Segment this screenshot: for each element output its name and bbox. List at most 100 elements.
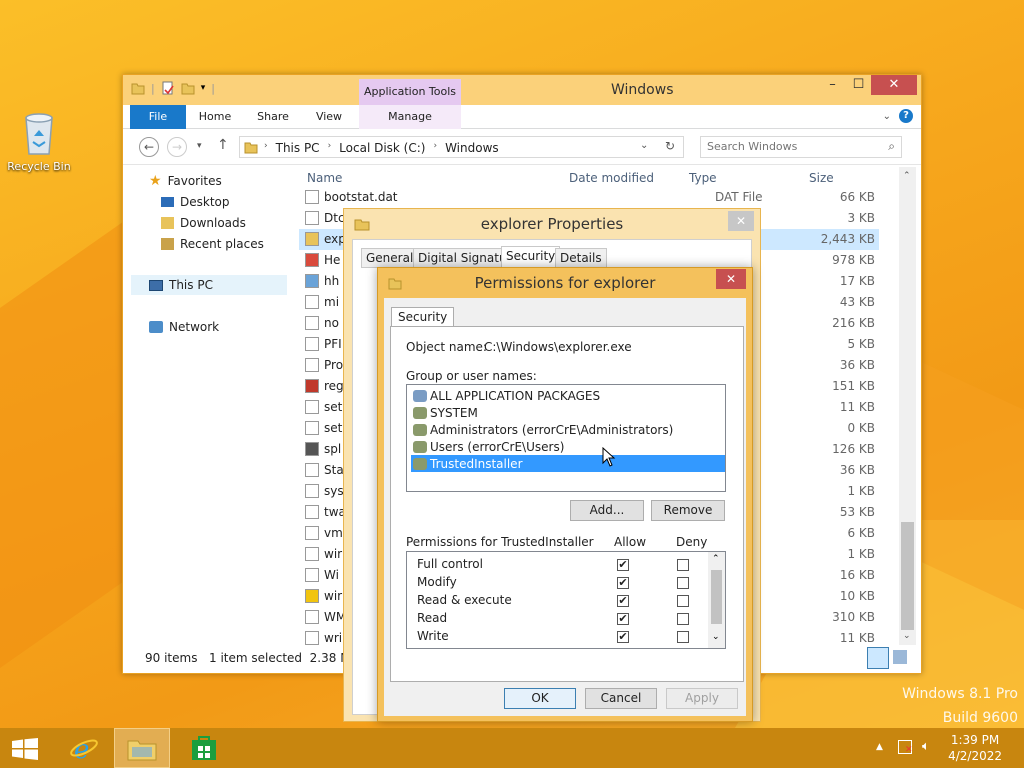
- refresh-icon[interactable]: ↻: [665, 139, 675, 153]
- allow-checkbox[interactable]: ✔: [617, 595, 629, 607]
- scroll-thumb[interactable]: [901, 522, 914, 630]
- breadcrumb-local-disk[interactable]: Local Disk (C:): [339, 141, 425, 155]
- taskbar-store[interactable]: [176, 728, 232, 768]
- file-size: 978 KB: [832, 253, 875, 267]
- deny-checkbox[interactable]: [677, 631, 689, 643]
- back-button[interactable]: ←: [139, 137, 159, 157]
- maximize-button[interactable]: ☐: [845, 75, 872, 95]
- folder-icon: [244, 142, 258, 154]
- remove-button[interactable]: Remove: [651, 500, 725, 521]
- group-item[interactable]: SYSTEM: [411, 404, 725, 421]
- tab-general[interactable]: General: [361, 248, 419, 268]
- expand-ribbon-icon[interactable]: ⌄: [883, 111, 891, 122]
- scroll-thumb[interactable]: [711, 570, 722, 624]
- permissions-close-button[interactable]: ✕: [716, 269, 746, 289]
- tab-manage[interactable]: Manage: [359, 105, 461, 129]
- svg-text:e: e: [74, 735, 89, 762]
- customize-qat-icon[interactable]: ▾: [201, 83, 206, 93]
- permissions-scrollbar[interactable]: ⌃ ⌄: [708, 552, 725, 648]
- scroll-up-icon[interactable]: ⌃: [712, 554, 720, 564]
- add-button[interactable]: Add...: [570, 500, 644, 521]
- breadcrumb-windows[interactable]: Windows: [445, 141, 499, 155]
- minimize-button[interactable]: –: [819, 75, 846, 95]
- file-row[interactable]: bootstat.dat DAT File 66 KB: [299, 187, 879, 208]
- search-input[interactable]: [707, 140, 877, 153]
- search-icon[interactable]: ⌕: [888, 139, 895, 154]
- tab-view[interactable]: View: [307, 105, 351, 129]
- tab-details[interactable]: Details: [555, 248, 607, 268]
- col-size[interactable]: Size: [809, 171, 834, 185]
- scroll-down-icon[interactable]: ⌄: [712, 632, 720, 642]
- file-icon: [305, 463, 319, 477]
- address-box[interactable]: › This PC › Local Disk (C:) › Windows ⌄ …: [239, 136, 684, 158]
- tab-security[interactable]: Security: [391, 307, 455, 327]
- search-box[interactable]: ⌕: [700, 136, 902, 158]
- details-view-icon[interactable]: [867, 647, 889, 669]
- scroll-down-icon[interactable]: ⌄: [903, 631, 911, 641]
- application-tools-label: Application Tools: [359, 79, 461, 105]
- forward-button[interactable]: →: [167, 137, 187, 157]
- tab-security[interactable]: Security: [501, 246, 561, 269]
- tab-home[interactable]: Home: [193, 105, 237, 129]
- group-item[interactable]: TrustedInstaller: [411, 455, 725, 472]
- allow-checkbox[interactable]: ✔: [617, 613, 629, 625]
- new-folder-icon[interactable]: [181, 81, 195, 95]
- apply-button[interactable]: Apply: [666, 688, 738, 709]
- deny-checkbox[interactable]: [677, 559, 689, 571]
- deny-checkbox[interactable]: [677, 595, 689, 607]
- file-list-scrollbar[interactable]: ⌃ ⌄: [899, 167, 916, 645]
- file-size: 16 KB: [839, 568, 875, 582]
- volume-icon[interactable]: 🔈︎: [922, 739, 930, 754]
- group-item[interactable]: ALL APPLICATION PACKAGES: [411, 387, 725, 404]
- downloads-icon: [161, 217, 174, 229]
- up-button[interactable]: ↑: [217, 137, 229, 153]
- large-icons-view-icon[interactable]: [893, 650, 907, 664]
- scroll-up-icon[interactable]: ⌃: [903, 171, 911, 181]
- recycle-bin[interactable]: Recycle Bin: [6, 110, 72, 173]
- col-name[interactable]: Name: [307, 171, 342, 185]
- col-date-modified[interactable]: Date modified: [569, 171, 654, 185]
- tab-share[interactable]: Share: [251, 105, 295, 129]
- clock-date: 4/2/2022: [948, 749, 1002, 763]
- watermark-line1: Windows 8.1 Pro: [902, 686, 1018, 702]
- start-button[interactable]: [0, 728, 50, 768]
- deny-checkbox[interactable]: [677, 577, 689, 589]
- taskbar-file-explorer[interactable]: [114, 728, 170, 768]
- group-item[interactable]: Administrators (errorCrE\Administrators): [411, 421, 725, 438]
- close-button[interactable]: ✕: [871, 75, 917, 95]
- file-type: DAT File: [715, 190, 763, 204]
- nav-downloads[interactable]: Downloads: [161, 213, 246, 233]
- col-type[interactable]: Type: [689, 171, 717, 185]
- explorer-titlebar[interactable]: | ▾ | Application Tools Windows – ☐ ✕: [123, 75, 921, 105]
- allow-checkbox[interactable]: ✔: [617, 559, 629, 571]
- group-item[interactable]: Users (errorCrE\Users): [411, 438, 725, 455]
- recent-locations-icon[interactable]: ▾: [197, 141, 202, 151]
- help-icon[interactable]: ?: [899, 109, 913, 123]
- allow-checkbox[interactable]: ✔: [617, 631, 629, 643]
- permission-row: Read & execute ✔: [417, 592, 707, 610]
- group-list[interactable]: ALL APPLICATION PACKAGES SYSTEM Administra…: [406, 384, 726, 492]
- deny-checkbox[interactable]: [677, 613, 689, 625]
- nav-recent-places[interactable]: Recent places: [161, 234, 264, 254]
- action-center-icon[interactable]: ✕: [898, 740, 913, 755]
- file-icon: [305, 505, 319, 519]
- tab-file[interactable]: File: [130, 105, 186, 129]
- properties-close-button[interactable]: ✕: [728, 211, 754, 231]
- properties-icon[interactable]: [161, 81, 175, 95]
- cancel-button[interactable]: Cancel: [585, 688, 657, 709]
- nav-network[interactable]: Network: [149, 317, 219, 337]
- clock[interactable]: 1:39 PM 4/2/2022: [948, 732, 1002, 764]
- nav-this-pc[interactable]: This PC: [131, 275, 287, 295]
- file-size: 10 KB: [839, 589, 875, 603]
- allow-checkbox[interactable]: ✔: [617, 577, 629, 589]
- address-dropdown-icon[interactable]: ⌄: [640, 140, 648, 151]
- ok-button[interactable]: OK: [504, 688, 576, 709]
- navigation-pane: ★ Favorites Desktop Downloads Recent pla…: [123, 165, 293, 645]
- show-hidden-icons-icon[interactable]: ▲: [876, 742, 883, 752]
- breadcrumb-this-pc[interactable]: This PC: [276, 141, 320, 155]
- nav-favorites[interactable]: ★ Favorites: [149, 171, 222, 191]
- nav-desktop[interactable]: Desktop: [161, 192, 230, 212]
- file-icon: [305, 379, 319, 393]
- permission-name: Full control: [417, 557, 483, 571]
- taskbar-internet-explorer[interactable]: e: [56, 728, 112, 768]
